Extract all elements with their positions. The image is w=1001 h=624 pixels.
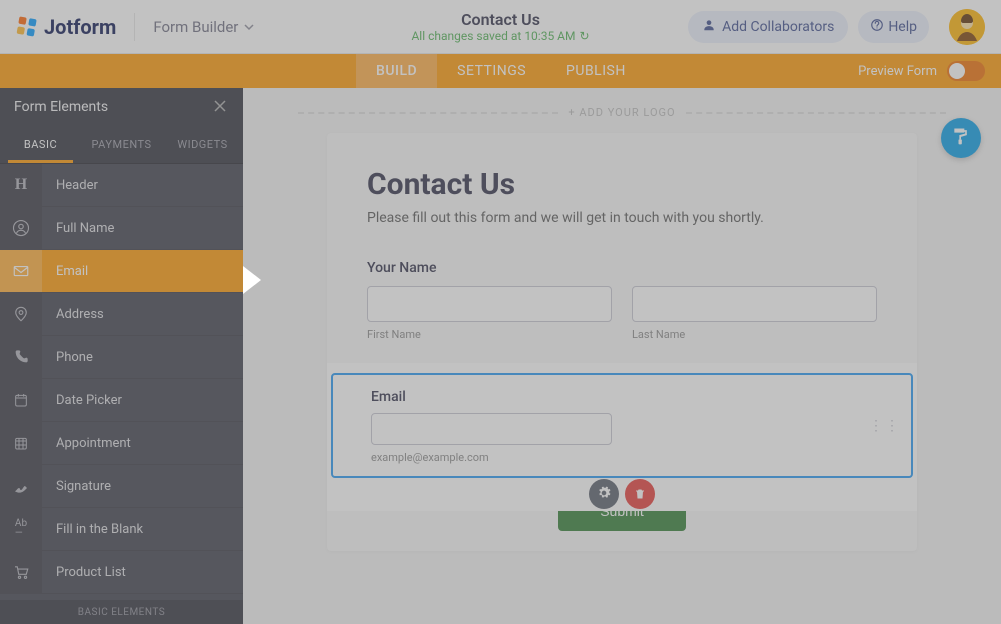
pen-icon (0, 465, 42, 507)
tab-settings[interactable]: SETTINGS (437, 54, 546, 88)
sidebar-item-label: Address (42, 307, 104, 322)
topbar-center: Contact Us All changes saved at 10:35 AM… (411, 10, 589, 43)
last-name-input[interactable] (632, 286, 877, 322)
preview-form-toggle-wrap: Preview Form (858, 61, 985, 81)
user-circle-icon (0, 207, 42, 249)
email-field-block[interactable]: Email example@example.com ⋮⋮ (327, 363, 917, 511)
form-builder-dropdown[interactable]: Form Builder (153, 18, 254, 36)
calendar-icon (0, 379, 42, 421)
field-settings-button[interactable] (589, 479, 619, 509)
sidebar-item-label: Phone (42, 350, 93, 365)
close-icon[interactable] (213, 99, 229, 115)
sidebar-item-label: Product List (42, 565, 126, 580)
sidebar-footer: BASIC ELEMENTS (0, 600, 243, 624)
sidebar-title: Form Elements (14, 99, 108, 115)
field-actions (327, 479, 917, 511)
brand-name: Jotform (44, 15, 116, 39)
form-card: Contact Us Please fill out this form and… (327, 133, 917, 551)
drag-handle-icon[interactable]: ⋮⋮ (869, 418, 901, 434)
last-name-sublabel: Last Name (632, 328, 877, 341)
divider (134, 13, 135, 41)
email-input[interactable] (371, 413, 612, 445)
envelope-icon (0, 250, 42, 292)
sidebar-tab-widgets[interactable]: WIDGETS (162, 126, 243, 163)
main-tab-bar: BUILD SETTINGS PUBLISH Preview Form (0, 54, 1001, 88)
form-header[interactable]: Contact Us Please fill out this form and… (327, 133, 917, 236)
sidebar-item-label: Header (42, 178, 98, 193)
sidebar-tab-payments[interactable]: PAYMENTS (81, 126, 162, 163)
sidebar-item-phone[interactable]: Phone (0, 336, 243, 379)
add-logo-button[interactable]: + ADD YOUR LOGO (288, 106, 956, 119)
sidebar-item-appointment[interactable]: Appointment (0, 422, 243, 465)
sidebar-item-datepicker[interactable]: Date Picker (0, 379, 243, 422)
preview-toggle[interactable] (947, 61, 985, 81)
sidebar-item-fullname[interactable]: Full Name (0, 207, 243, 250)
sidebar-item-label: Appointment (42, 436, 131, 451)
help-label: Help (888, 19, 917, 35)
form-title-top[interactable]: Contact Us (411, 10, 589, 29)
form-canvas: + ADD YOUR LOGO Contact Us Please fill o… (243, 88, 1001, 624)
form-title: Contact Us (367, 167, 877, 202)
add-collab-label: Add Collaborators (722, 19, 834, 35)
trash-icon (634, 485, 646, 504)
name-field[interactable]: Your Name First Name Last Name (367, 260, 877, 341)
question-icon (870, 18, 884, 36)
refresh-icon: ↻ (579, 29, 589, 43)
sidebar-item-fillblank[interactable]: Ab— Fill in the Blank (0, 508, 243, 551)
add-logo-label: + ADD YOUR LOGO (568, 106, 675, 119)
heading-icon: H (0, 164, 42, 206)
save-status-text: All changes saved at 10:35 AM (411, 29, 575, 43)
sidebar-item-label: Email (42, 264, 88, 279)
top-bar: Jotform Form Builder Contact Us All chan… (0, 0, 1001, 54)
sidebar-item-signature[interactable]: Signature (0, 465, 243, 508)
sidebar-header: Form Elements (0, 88, 243, 126)
first-name-input[interactable] (367, 286, 612, 322)
dropdown-label: Form Builder (153, 18, 238, 36)
preview-label: Preview Form (858, 64, 937, 79)
form-subtitle: Please fill out this form and we will ge… (367, 210, 877, 226)
sidebar-item-label: Date Picker (42, 393, 122, 408)
tab-publish[interactable]: PUBLISH (546, 54, 646, 88)
field-delete-button[interactable] (625, 479, 655, 509)
paint-roller-icon (951, 126, 971, 150)
sidebar-item-productlist[interactable]: Product List (0, 551, 243, 594)
cart-icon (0, 551, 42, 593)
pin-icon (0, 293, 42, 335)
logo-icon (16, 16, 38, 38)
chevron-down-icon (244, 18, 254, 36)
sidebar-item-label: Signature (42, 479, 111, 494)
sidebar-tabs: BASIC PAYMENTS WIDGETS (0, 126, 243, 164)
save-status: All changes saved at 10:35 AM ↻ (411, 29, 589, 43)
sidebar-item-address[interactable]: Address (0, 293, 243, 336)
calendar-grid-icon (0, 422, 42, 464)
gear-icon (597, 485, 611, 504)
design-fab-button[interactable] (941, 118, 981, 158)
sidebar-tab-basic[interactable]: BASIC (0, 126, 81, 163)
sidebar: Form Elements BASIC PAYMENTS WIDGETS H H… (0, 88, 243, 624)
phone-icon (0, 336, 42, 378)
email-label: Email (371, 389, 873, 405)
tab-build[interactable]: BUILD (356, 54, 437, 88)
topbar-right: Add Collaborators Help (688, 9, 985, 45)
text-blank-icon: Ab— (0, 508, 42, 550)
name-label: Your Name (367, 260, 877, 276)
sidebar-active-pointer (243, 266, 261, 294)
user-icon (702, 18, 716, 36)
sidebar-item-email[interactable]: Email (0, 250, 243, 293)
sidebar-item-label: Full Name (42, 221, 114, 236)
first-name-sublabel: First Name (367, 328, 612, 341)
help-button[interactable]: Help (858, 11, 929, 43)
user-avatar[interactable] (949, 9, 985, 45)
sidebar-item-label: Fill in the Blank (42, 522, 143, 537)
sidebar-item-header[interactable]: H Header (0, 164, 243, 207)
email-hint: example@example.com (371, 451, 873, 464)
add-collaborators-button[interactable]: Add Collaborators (688, 11, 848, 43)
brand-logo[interactable]: Jotform (16, 15, 116, 39)
sidebar-items: H Header Full Name Email Address Phone D… (0, 164, 243, 600)
